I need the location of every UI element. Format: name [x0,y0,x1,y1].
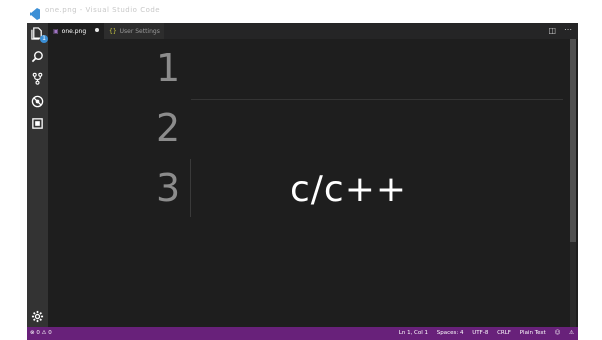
vscode-window: one.png - Visual Studio Code 1 ▣ one.png [27,0,578,340]
line-number: 3 [156,166,181,210]
vertical-scrollbar[interactable] [570,39,576,327]
settings-file-icon: {} [109,27,117,35]
warning-icon: ⚠ [41,330,47,336]
gear-icon[interactable] [30,309,45,324]
search-icon[interactable] [30,49,45,64]
status-right: Ln 1, Col 1 Spaces: 4 UTF-8 CRLF Plain T… [392,330,574,336]
files-icon[interactable]: 1 [30,26,48,43]
scrollbar-thumb[interactable] [570,39,576,242]
problems-indicator[interactable]: ⊗ 0 ⚠ 0 [30,330,52,336]
indent-guide [190,159,191,217]
vscode-logo-icon [30,5,40,20]
more-actions-icon[interactable]: ⋯ [564,25,572,34]
activity-bar: 1 [27,23,48,327]
code-text[interactable]: c/c++ [290,169,407,210]
editor-area[interactable]: 1 2 3 c/c++ [48,39,578,327]
line-number: 1 [156,46,181,90]
tab-bar: ▣ one.png {} User Settings ◫ ⋯ [48,23,578,39]
window-title: one.png - Visual Studio Code [45,6,161,14]
git-icon[interactable] [30,71,45,86]
error-icon: ⊗ [30,330,35,336]
indentation[interactable]: Spaces: 4 [437,330,464,336]
unsaved-dot-icon[interactable] [95,28,99,32]
split-editor-icon[interactable]: ◫ [548,26,556,35]
warning-count: 0 [48,330,52,336]
debug-icon[interactable] [30,94,45,109]
tab-label: User Settings [119,27,160,35]
files-badge: 1 [40,35,48,43]
smiley-icon[interactable]: ☺ [555,330,561,336]
status-bar: ⊗ 0 ⚠ 0 Ln 1, Col 1 Spaces: 4 UTF-8 CRLF… [27,327,578,340]
language-mode[interactable]: Plain Text [520,330,546,336]
title-bar: one.png - Visual Studio Code [27,0,578,23]
bell-icon[interactable]: ⚠ [569,330,574,336]
tab-one-png[interactable]: ▣ one.png [48,23,104,39]
line-ending[interactable]: CRLF [497,330,511,336]
encoding[interactable]: UTF-8 [472,330,488,336]
cursor-position[interactable]: Ln 1, Col 1 [399,330,428,336]
error-count: 0 [36,330,40,336]
tab-user-settings[interactable]: {} User Settings [104,23,164,39]
line-number: 2 [156,106,181,150]
extensions-icon[interactable] [30,116,45,131]
tab-label: one.png [61,27,87,35]
current-line-highlight [191,39,563,100]
image-file-icon: ▣ [53,27,59,35]
